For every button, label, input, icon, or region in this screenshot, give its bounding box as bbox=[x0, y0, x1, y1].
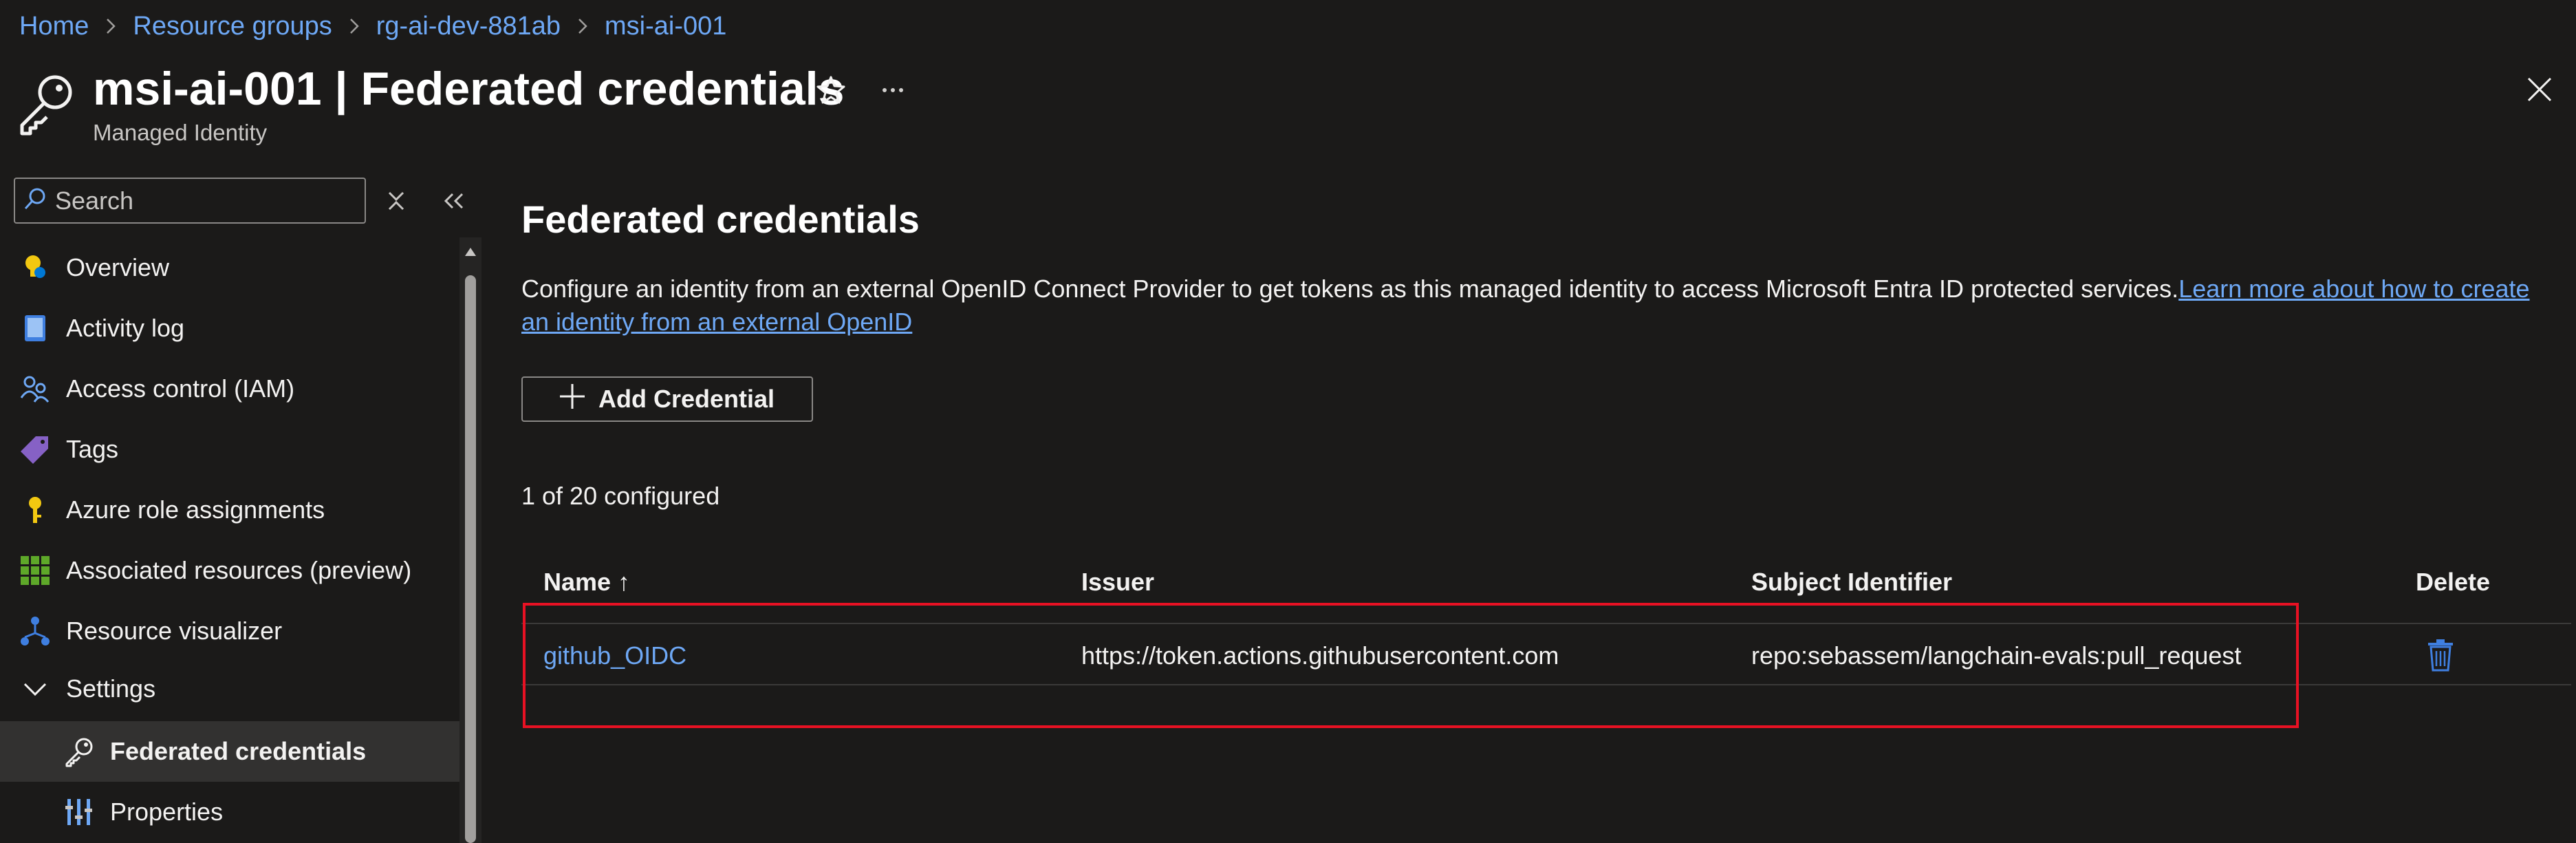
sidebar-item-label: Resource visualizer bbox=[66, 617, 283, 645]
chevron-down-icon bbox=[19, 673, 51, 705]
sidebar-item-settings[interactable]: Settings bbox=[0, 661, 459, 716]
bars-icon bbox=[63, 796, 95, 828]
breadcrumb-resource-groups[interactable]: Resource groups bbox=[133, 12, 332, 41]
breadcrumb-resource-group[interactable]: rg-ai-dev-881ab bbox=[376, 12, 561, 41]
chevron-right-icon bbox=[576, 17, 589, 36]
clear-filter-icon[interactable] bbox=[384, 189, 409, 213]
content-title: Federated credentials bbox=[521, 198, 920, 241]
sidebar-item-overview[interactable]: Overview bbox=[0, 237, 459, 298]
sidebar-item-resource-visualizer[interactable]: Resource visualizer bbox=[0, 601, 459, 661]
close-icon[interactable] bbox=[2526, 76, 2553, 103]
search-box[interactable] bbox=[14, 178, 366, 224]
sidebar-item-label: Properties bbox=[110, 798, 224, 826]
sidebar-item-label: Settings bbox=[66, 674, 156, 703]
breadcrumb-identity[interactable]: msi-ai-001 bbox=[605, 12, 726, 41]
hierarchy-icon bbox=[19, 615, 51, 647]
sidebar-item-label: Overview bbox=[66, 253, 170, 281]
add-credential-button[interactable]: Add Credential bbox=[521, 376, 813, 422]
scroll-up-arrow-icon[interactable] bbox=[464, 245, 477, 259]
tag-icon bbox=[19, 434, 51, 465]
sidebar-item-associated-resources[interactable]: Associated resources (preview) bbox=[0, 540, 459, 601]
sidebar-item-label: Tags bbox=[66, 435, 119, 463]
column-header-delete: Delete bbox=[2416, 568, 2491, 596]
search-input[interactable] bbox=[55, 186, 358, 215]
page-title: msi-ai-001 | Federated credentials bbox=[93, 63, 845, 115]
collapse-sidebar-icon[interactable] bbox=[440, 187, 468, 215]
sidebar-item-label: Federated credentials bbox=[110, 737, 367, 765]
breadcrumb: Home Resource groups rg-ai-dev-881ab msi… bbox=[19, 8, 726, 44]
description-text: Configure an identity from an external O… bbox=[521, 275, 2179, 303]
key-icon bbox=[63, 736, 95, 767]
trash-icon[interactable] bbox=[2427, 639, 2454, 672]
sidebar-item-label: Activity log bbox=[66, 314, 185, 342]
sidebar-item-tags[interactable]: Tags bbox=[0, 419, 459, 480]
add-credential-label: Add Credential bbox=[598, 385, 775, 413]
sidebar-item-federated-credentials[interactable]: Federated credentials bbox=[0, 721, 459, 782]
sidebar-item-activity-log[interactable]: Activity log bbox=[0, 298, 459, 359]
grid-icon bbox=[19, 555, 51, 586]
book-icon bbox=[19, 312, 51, 344]
lightbulb-icon bbox=[19, 252, 51, 284]
scrollbar-thumb[interactable] bbox=[465, 275, 476, 843]
chevron-right-icon bbox=[104, 17, 118, 36]
sidebar-item-azure-role-assignments[interactable]: Azure role assignments bbox=[0, 480, 459, 540]
people-icon bbox=[19, 373, 51, 405]
search-icon bbox=[23, 187, 47, 214]
more-options-icon[interactable] bbox=[879, 74, 907, 106]
sidebar-item-label: Associated resources (preview) bbox=[66, 556, 412, 584]
sidebar: Overview Activity log Access control (IA… bbox=[0, 237, 459, 843]
chevron-right-icon bbox=[347, 17, 361, 36]
highlight-box bbox=[523, 603, 2299, 728]
sidebar-item-label: Access control (IAM) bbox=[66, 374, 295, 403]
sidebar-item-properties[interactable]: Properties bbox=[0, 782, 459, 842]
key-icon bbox=[15, 70, 77, 139]
breadcrumb-home[interactable]: Home bbox=[19, 12, 89, 41]
credential-count: 1 of 20 configured bbox=[521, 482, 720, 510]
description: Configure an identity from an external O… bbox=[521, 273, 2557, 339]
sidebar-item-label: Azure role assignments bbox=[66, 495, 325, 524]
page-subtitle: Managed Identity bbox=[93, 120, 268, 145]
plus-icon bbox=[559, 383, 586, 416]
star-icon[interactable] bbox=[815, 74, 847, 106]
sidebar-item-access-control[interactable]: Access control (IAM) bbox=[0, 359, 459, 419]
key-icon bbox=[19, 494, 51, 526]
